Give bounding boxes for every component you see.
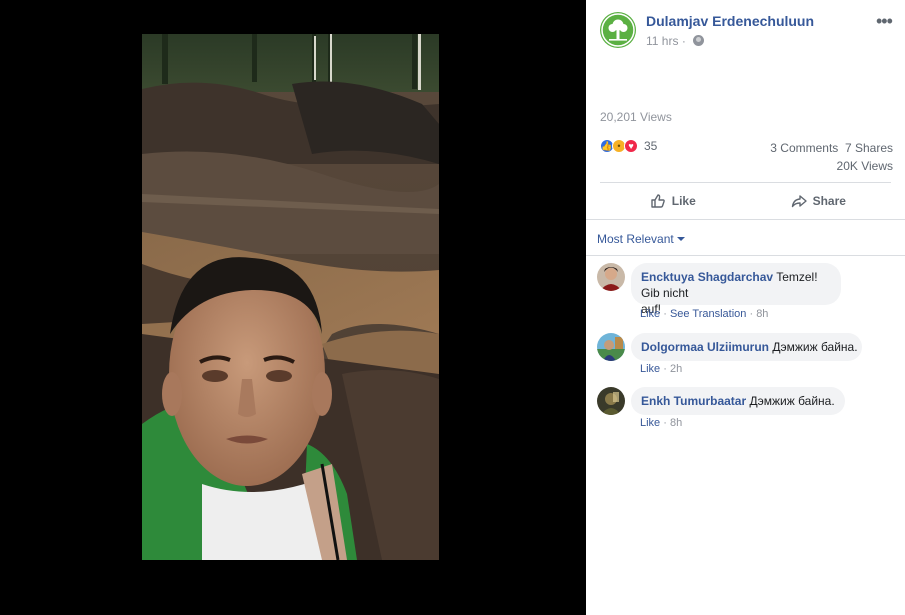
video-frame	[142, 34, 439, 560]
comment-bubble: Enkh Tumurbaatar Дэмжиж байна.	[631, 387, 845, 415]
post-actions: Like Share	[600, 182, 891, 218]
like-button[interactable]: Like	[600, 183, 746, 218]
comment-meta: Like · 8h	[640, 417, 683, 429]
shares-count-link[interactable]: 7 Shares	[845, 141, 893, 155]
comment-time[interactable]: 8h	[670, 417, 682, 429]
more-options-icon[interactable]: •••	[876, 12, 893, 30]
globe-icon[interactable]	[693, 35, 705, 46]
video-player[interactable]	[142, 34, 439, 560]
post-time[interactable]: 11 hrs	[646, 34, 678, 48]
reactions-summary[interactable]: 👍 • ♥ 35	[600, 138, 657, 154]
tree-logo-icon[interactable]	[600, 12, 636, 48]
comment-like-link[interactable]: Like	[640, 308, 660, 320]
views-count: 20,201 Views	[600, 110, 672, 124]
views-short: 20K Views	[836, 159, 893, 173]
commenter-name[interactable]: Encktuya Shagdarchav	[641, 270, 773, 284]
comment-text: Дэмжиж байна.	[749, 394, 835, 408]
comment-time[interactable]: 2h	[670, 363, 682, 375]
caret-down-icon	[676, 237, 685, 241]
post-stats: 3 Comments 7 Shares 20K Views	[770, 139, 893, 175]
sort-label: Most Relevant	[597, 232, 674, 246]
comment-meta: Like · See Translation · 8h	[640, 308, 769, 320]
commenter-name[interactable]: Enkh Tumurbaatar	[641, 394, 746, 408]
divider	[586, 219, 905, 220]
post-header: Dulamjav Erdenechuluun 11 hrs · •••	[586, 0, 905, 60]
commenter-name[interactable]: Dolgormaa Ulziimurun	[641, 340, 769, 354]
divider	[586, 255, 905, 256]
comment-time[interactable]: 8h	[756, 308, 768, 320]
like-button-label: Like	[671, 193, 696, 208]
post-timestamp-row: 11 hrs ·	[646, 34, 705, 48]
reaction-count: 35	[644, 139, 658, 153]
comments-count-link[interactable]: 3 Comments	[770, 141, 838, 155]
share-button-label: Share	[812, 193, 846, 208]
avatar[interactable]	[597, 263, 625, 291]
comment-bubble: Encktuya Shagdarchav Temzel! Gib nicht a…	[631, 263, 841, 316]
video-stage[interactable]	[0, 0, 586, 615]
see-translation-link[interactable]: See Translation	[670, 308, 746, 320]
share-arrow-icon	[791, 194, 807, 207]
comment-like-link[interactable]: Like	[640, 417, 660, 429]
comment-text: Дэмжиж байна.	[772, 340, 858, 354]
thumbs-up-icon	[651, 193, 665, 208]
post-author-name[interactable]: Dulamjav Erdenechuluun	[646, 13, 814, 29]
post-sidebar: Dulamjav Erdenechuluun 11 hrs · ••• 20,2…	[586, 0, 905, 615]
avatar[interactable]	[597, 333, 625, 361]
love-reaction-icon: ♥	[624, 139, 638, 153]
avatar[interactable]	[597, 387, 625, 415]
comment-like-link[interactable]: Like	[640, 363, 660, 375]
comment-meta: Like · 2h	[640, 363, 683, 375]
comment-bubble: Dolgormaa Ulziimurun Дэмжиж байна.	[631, 333, 862, 361]
comment-sort-dropdown[interactable]: Most Relevant	[597, 232, 685, 246]
share-button[interactable]: Share	[746, 183, 892, 218]
